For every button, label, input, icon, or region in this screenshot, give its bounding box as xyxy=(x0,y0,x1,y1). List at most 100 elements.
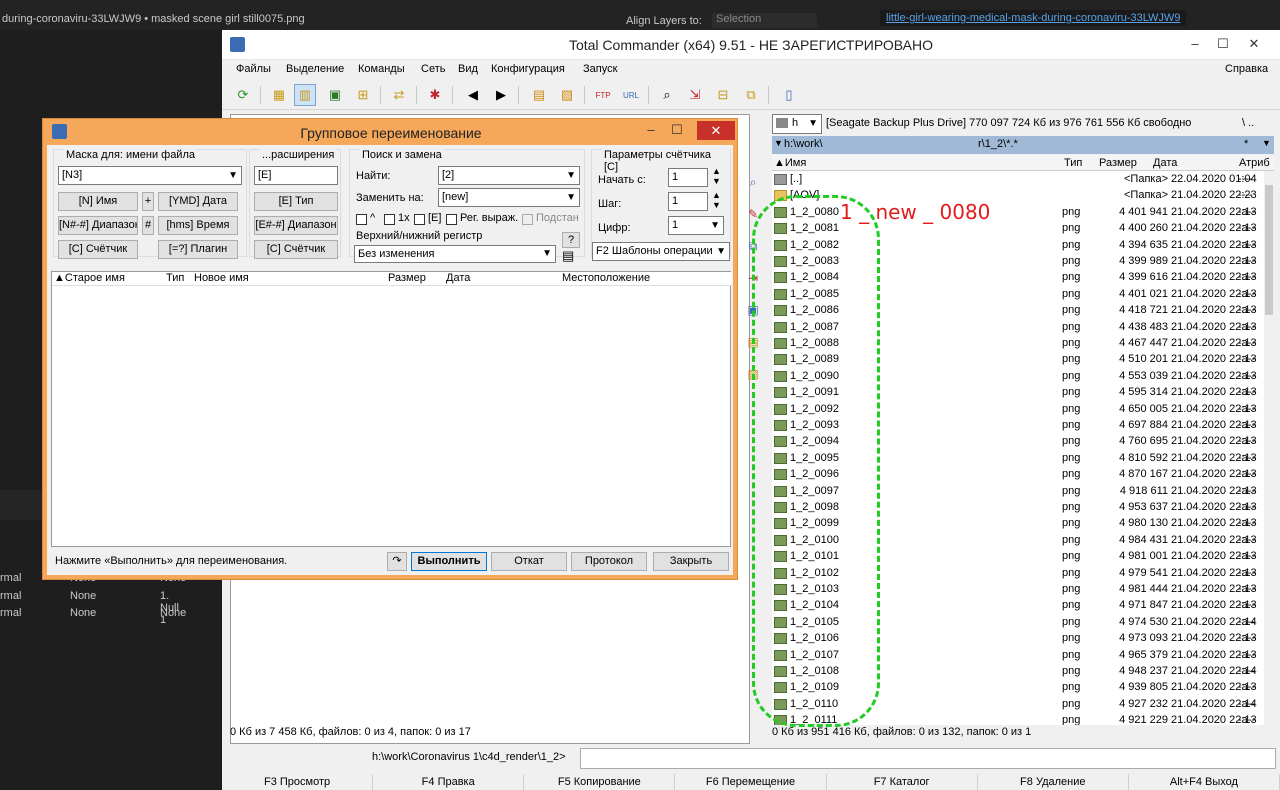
f7-mkdir-button[interactable]: F7 Каталог xyxy=(826,774,978,790)
col-date[interactable]: Дата xyxy=(1153,157,1177,169)
dialog-maximize-icon[interactable]: ☐ xyxy=(665,122,689,140)
edit-names-icon[interactable]: ▤ xyxy=(562,248,574,264)
back-icon[interactable]: ◀ xyxy=(462,84,484,106)
ftp-icon[interactable]: FTP xyxy=(592,84,614,106)
full-view-icon[interactable]: ▥ xyxy=(294,84,316,106)
invert-selection-icon[interactable]: ⇄ xyxy=(388,84,410,106)
col-date[interactable]: Дата xyxy=(446,272,470,284)
command-input[interactable] xyxy=(580,748,1276,769)
f4-edit-button[interactable]: F4 Правка xyxy=(373,774,525,790)
select-icon[interactable]: ✱ xyxy=(424,84,446,106)
col-type[interactable]: Тип xyxy=(166,272,184,284)
search-icon[interactable]: ⌕ xyxy=(656,84,678,106)
dialog-minimize-icon[interactable]: – xyxy=(639,122,663,140)
altf4-exit-button[interactable]: Alt+F4 Выход xyxy=(1128,774,1280,790)
run-button[interactable]: Выполнить xyxy=(411,552,487,571)
ext-type-button[interactable]: [E] Тип xyxy=(254,192,338,211)
dialog-close-icon[interactable]: ✕ xyxy=(697,121,735,140)
col-location[interactable]: Местоположение xyxy=(562,272,650,284)
copy-names-icon[interactable]: ⧉ xyxy=(740,84,762,106)
counter-button[interactable]: [C] Счётчик xyxy=(58,240,138,259)
root-parent-buttons[interactable]: \ .. xyxy=(1242,117,1254,129)
menu-start[interactable]: Запуск xyxy=(583,63,617,75)
col-attr[interactable]: Атриб xyxy=(1239,157,1270,169)
f6-move-button[interactable]: F6 Перемещение xyxy=(675,774,827,790)
col-size[interactable]: Размер xyxy=(388,272,426,284)
once-checkbox[interactable] xyxy=(384,214,395,225)
url-icon[interactable]: URL xyxy=(620,84,642,106)
col-name[interactable]: ▲Имя xyxy=(774,157,806,169)
tree-view-icon[interactable]: ⊞ xyxy=(352,84,374,106)
bg-align-select[interactable]: Selection xyxy=(712,13,817,28)
filter-star[interactable]: * xyxy=(1244,138,1248,150)
col-size[interactable]: Размер xyxy=(1099,157,1137,169)
multi-rename-icon[interactable]: ⇲ xyxy=(684,84,706,106)
rename-preview-list[interactable]: ▲Старое имя Тип Новое имя Размер Дата Ме… xyxy=(51,271,732,547)
file-row[interactable]: [..] <Папка> 22.04.2020 01:04 ---- xyxy=(772,171,1264,187)
extension-input[interactable]: [E] xyxy=(254,166,338,185)
bg-layer-row[interactable]: rmal None None xyxy=(0,607,186,619)
unpack-icon[interactable]: ▧ xyxy=(556,84,578,106)
bg-layer-row[interactable]: rmal None 1. Null 1 xyxy=(0,590,179,626)
start-input[interactable]: 1 xyxy=(668,168,708,187)
thumbnail-view-icon[interactable]: ▣ xyxy=(324,84,346,106)
mask-input[interactable]: [N3] ▼ xyxy=(58,166,242,185)
bg-layer-row[interactable]: rmal None None xyxy=(0,572,186,584)
undo-arrow-icon[interactable]: ↷ xyxy=(387,552,407,571)
step-input[interactable]: 1 xyxy=(668,192,708,211)
name-button[interactable]: [N] Имя xyxy=(58,192,138,211)
close-icon[interactable]: ✕ xyxy=(1236,32,1272,56)
regex-checkbox[interactable] xyxy=(446,214,457,225)
right-scrollbar-thumb[interactable] xyxy=(1265,185,1273,315)
menu-files[interactable]: Файлы xyxy=(236,63,271,75)
f3-view-button[interactable]: F3 Просмотр xyxy=(222,774,374,790)
range-button[interactable]: [N#-#] Диапазон xyxy=(58,216,138,235)
digits-select[interactable]: 1 ▼ xyxy=(668,216,724,235)
ext-range-button[interactable]: [E#-#] Диапазон xyxy=(254,216,338,235)
col-old-name[interactable]: ▲Старое имя xyxy=(54,272,125,284)
notepad-icon[interactable]: ▯ xyxy=(778,84,800,106)
step-spinner-icon[interactable]: ▲ ▼ xyxy=(712,190,721,210)
right-path-bar[interactable]: ▼ h:\work\ r\1_2\*.* * ▼ xyxy=(772,136,1274,154)
brief-view-icon[interactable]: ▦ xyxy=(268,84,290,106)
menu-selection[interactable]: Выделение xyxy=(286,63,344,75)
replace-input[interactable]: [new] ▼ xyxy=(438,188,580,207)
forward-icon[interactable]: ▶ xyxy=(490,84,512,106)
ext-counter-button[interactable]: [C] Счётчик xyxy=(254,240,338,259)
hash-button[interactable]: # xyxy=(142,216,154,235)
case-select[interactable]: Без изменения ▼ xyxy=(354,245,556,263)
caret-checkbox[interactable] xyxy=(356,214,367,225)
menu-help[interactable]: Справка xyxy=(1225,63,1268,75)
date-button[interactable]: [YMD] Дата xyxy=(158,192,238,211)
help-button[interactable]: ? xyxy=(562,232,580,248)
plus-button[interactable]: + xyxy=(142,192,154,211)
menu-config[interactable]: Конфигурация xyxy=(491,63,565,75)
path-history-icon[interactable]: ▼ xyxy=(774,138,783,148)
bg-composition-tab[interactable]: little-girl-wearing-medical-mask-during-… xyxy=(880,10,1187,26)
close-button[interactable]: Закрыть xyxy=(653,552,729,571)
log-button[interactable]: Протокол xyxy=(571,552,647,571)
menu-commands[interactable]: Команды xyxy=(358,63,405,75)
refresh-icon[interactable]: ⟳ xyxy=(232,84,254,106)
menu-network[interactable]: Сеть xyxy=(421,63,445,75)
subst-checkbox[interactable] xyxy=(522,214,533,225)
rollback-button[interactable]: Откат xyxy=(491,552,567,571)
menu-view[interactable]: Вид xyxy=(458,63,478,75)
col-type[interactable]: Тип xyxy=(1064,157,1082,169)
filter-chevron-icon[interactable]: ▼ xyxy=(1262,138,1271,148)
pack-icon[interactable]: ▤ xyxy=(528,84,550,106)
f8-delete-button[interactable]: F8 Удаление xyxy=(977,774,1129,790)
ext-checkbox[interactable] xyxy=(414,214,425,225)
templates-select[interactable]: F2 Шаблоны операции ▼ xyxy=(592,242,730,261)
view-icon[interactable]: ⌕ xyxy=(745,175,761,191)
find-input[interactable]: [2] ▼ xyxy=(438,166,580,185)
col-new-name[interactable]: Новое имя xyxy=(194,272,249,284)
drive-select[interactable]: h ▼ xyxy=(772,114,822,134)
time-button[interactable]: [hms] Время xyxy=(158,216,238,235)
file-size: 4 650 005 xyxy=(1119,402,1168,415)
sync-dirs-icon[interactable]: ⊟ xyxy=(712,84,734,106)
annotation-text: 1 _ new _ 0080 xyxy=(840,200,991,224)
plugin-button[interactable]: [=?] Плагин xyxy=(158,240,238,259)
start-spinner-icon[interactable]: ▲ ▼ xyxy=(712,166,721,186)
f5-copy-button[interactable]: F5 Копирование xyxy=(524,774,676,790)
